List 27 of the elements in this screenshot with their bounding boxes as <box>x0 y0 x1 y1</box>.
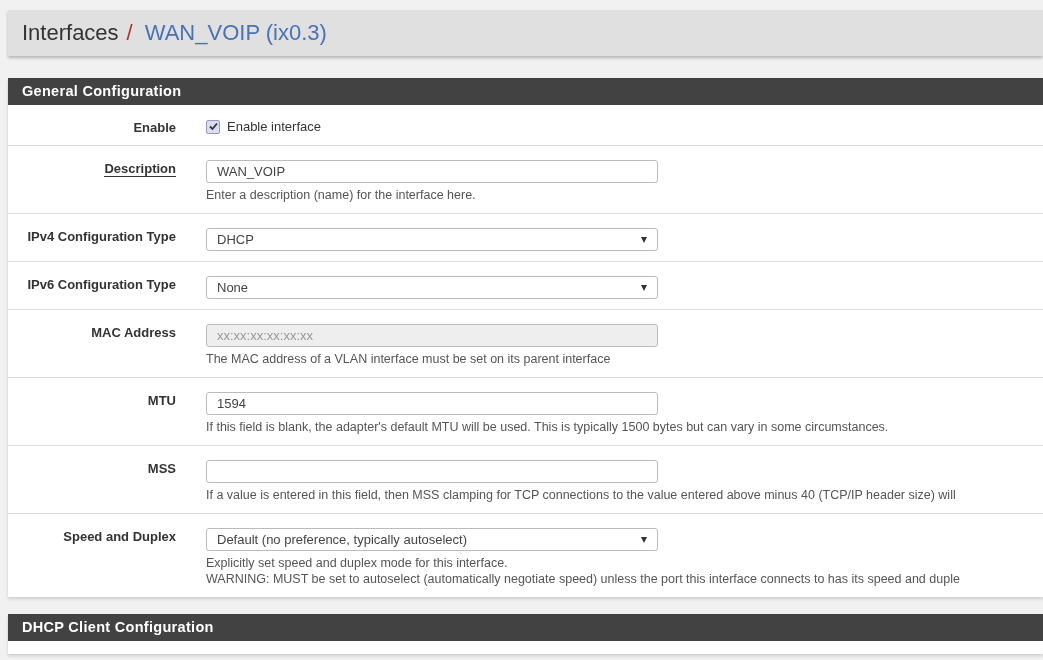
breadcrumb-separator: / <box>126 20 133 46</box>
field-label: MTU <box>147 393 176 408</box>
field-label: IPv6 Configuration Type <box>27 277 176 292</box>
help-text: The MAC address of a VLAN interface must be set on its parent interface <box>206 351 612 367</box>
checkbox-label[interactable]: Enable interface <box>227 119 321 134</box>
breadcrumb-parent[interactable]: Interfaces <box>22 20 119 46</box>
field-label: Speed and Duplex <box>63 529 176 544</box>
field-label: MSS <box>147 461 176 476</box>
help-text: If this field is blank, the adapter's default MTU will be used. This is typically 1500 bytes but can vary in some circumstances. <box>206 419 890 435</box>
panel-heading: DHCP Client Configuration <box>8 614 1043 641</box>
field-label: MAC Address <box>91 325 176 340</box>
field-label[interactable]: Description <box>104 161 176 177</box>
dropdown[interactable]: None <box>206 276 658 299</box>
help-text: Enter a description (name) for the interface here. <box>206 187 477 203</box>
field-label: IPv4 Configuration Type <box>27 229 176 244</box>
text-field[interactable] <box>206 460 658 483</box>
checkbox[interactable] <box>206 119 220 134</box>
text-field[interactable]: 1594 <box>206 392 658 415</box>
help-text: WARNING: MUST be set to autoselect (automatically negotiate speed) unless the port this interface connects to has its speed and duple <box>206 571 961 587</box>
dropdown[interactable]: DHCP <box>206 228 658 251</box>
text-field[interactable]: WAN_VOIP <box>206 160 658 183</box>
help-text: If a value is entered in this field, then MSS clamping for TCP connections to the value entered above minus 40 (TCP/IP header size) will <box>206 487 957 503</box>
field-label: Enable <box>133 120 176 135</box>
help-text: Explicitly set speed and duplex mode for this interface. <box>206 555 509 571</box>
panel-heading: General Configuration <box>8 78 1043 105</box>
dropdown[interactable]: Default (no preference, typically autoselect) <box>206 528 658 551</box>
page-title: WAN_VOIP (ix0.3) <box>144 20 327 46</box>
